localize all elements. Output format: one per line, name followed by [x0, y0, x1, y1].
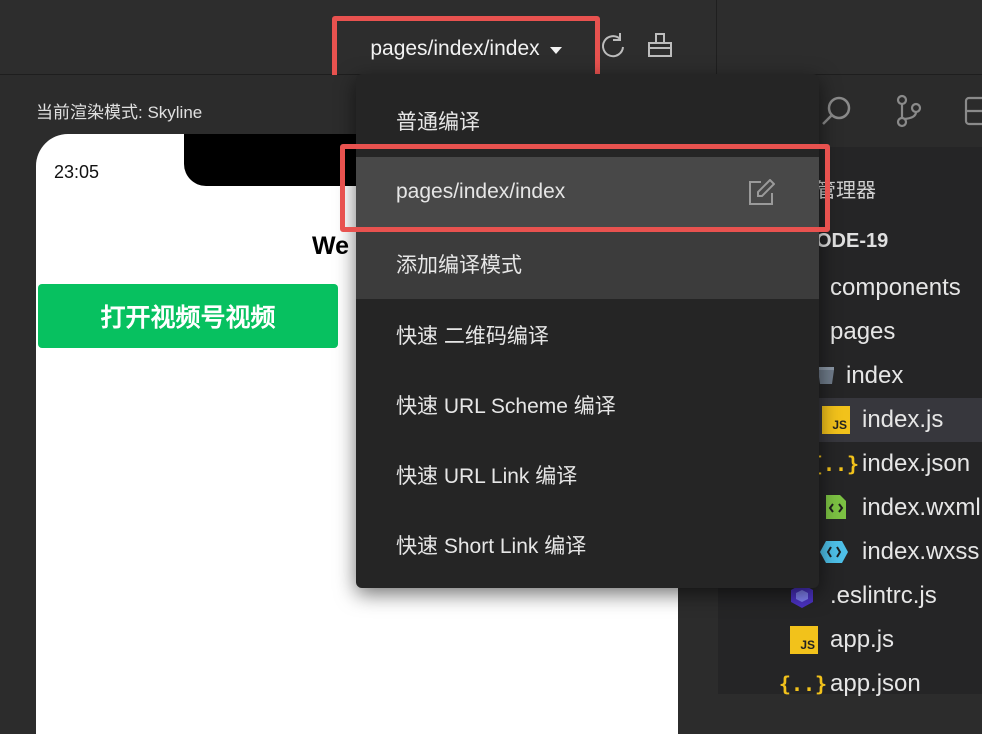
tree-item-label: index.wxml: [862, 494, 981, 521]
menu-item-url-scheme-compile[interactable]: 快速 URL Scheme 编译: [356, 370, 819, 440]
menu-item-short-link-compile[interactable]: 快速 Short Link 编译: [356, 510, 819, 580]
chevron-down-icon: [549, 46, 562, 54]
tree-item-label: index: [846, 362, 904, 389]
tree-item-label: index.wxss: [862, 538, 980, 565]
wxml-file-icon: [826, 495, 846, 519]
tree-item-label: components: [830, 274, 961, 301]
js-file-icon: JS: [790, 626, 818, 654]
tree-item-label: index.json: [862, 450, 971, 477]
json-file-icon: {..}: [810, 452, 860, 476]
menu-item-label: 快速 二维码编译: [396, 325, 549, 348]
menu-item-add-compile-mode[interactable]: 添加编译模式: [356, 229, 819, 299]
tree-item-label: index.js: [862, 406, 944, 433]
compile-mode-label: pages/index/index: [370, 37, 540, 60]
wxss-file-icon: [820, 541, 848, 563]
tree-item-app-json[interactable]: {..} app.json: [718, 662, 982, 706]
menu-item-label: 快速 URL Link 编译: [396, 465, 578, 488]
open-channels-video-button[interactable]: 打开视频号视频: [38, 284, 338, 348]
open-channels-video-label: 打开视频号视频: [100, 304, 276, 332]
menu-item-label: 普通编译: [396, 111, 480, 134]
menu-item-qrcode-compile[interactable]: 快速 二维码编译: [356, 300, 819, 370]
tree-item-label: pages: [830, 318, 896, 345]
tree-item-label: .eslintrc.js: [830, 582, 937, 609]
project-name[interactable]: ODE-19: [816, 230, 888, 253]
folder-open-icon: [818, 367, 834, 384]
extensions-icon[interactable]: [962, 94, 982, 128]
menu-item-label: 快速 Short Link 编译: [396, 535, 587, 558]
tree-item-label: app.js: [830, 626, 895, 653]
menu-item-label: 添加编译模式: [396, 254, 522, 277]
refresh-icon[interactable]: [598, 30, 628, 60]
menu-item-url-link-compile[interactable]: 快速 URL Link 编译: [356, 440, 819, 510]
tree-item-app-js[interactable]: JS app.js: [718, 618, 982, 662]
page-heading: We: [312, 232, 350, 260]
render-mode-label: 当前渲染模式: Skyline: [36, 103, 203, 122]
clear-cache-icon[interactable]: [645, 30, 675, 60]
js-file-icon: JS: [822, 406, 850, 434]
selected-item-highlight-box: [340, 144, 830, 232]
compile-mode-select[interactable]: pages/index/index: [332, 16, 600, 82]
status-time: 23:05: [54, 162, 100, 182]
source-control-icon[interactable]: [892, 94, 926, 128]
toolbar-divider: [716, 0, 717, 74]
menu-item-label: 快速 URL Scheme 编译: [396, 395, 616, 418]
search-icon[interactable]: [820, 94, 854, 128]
